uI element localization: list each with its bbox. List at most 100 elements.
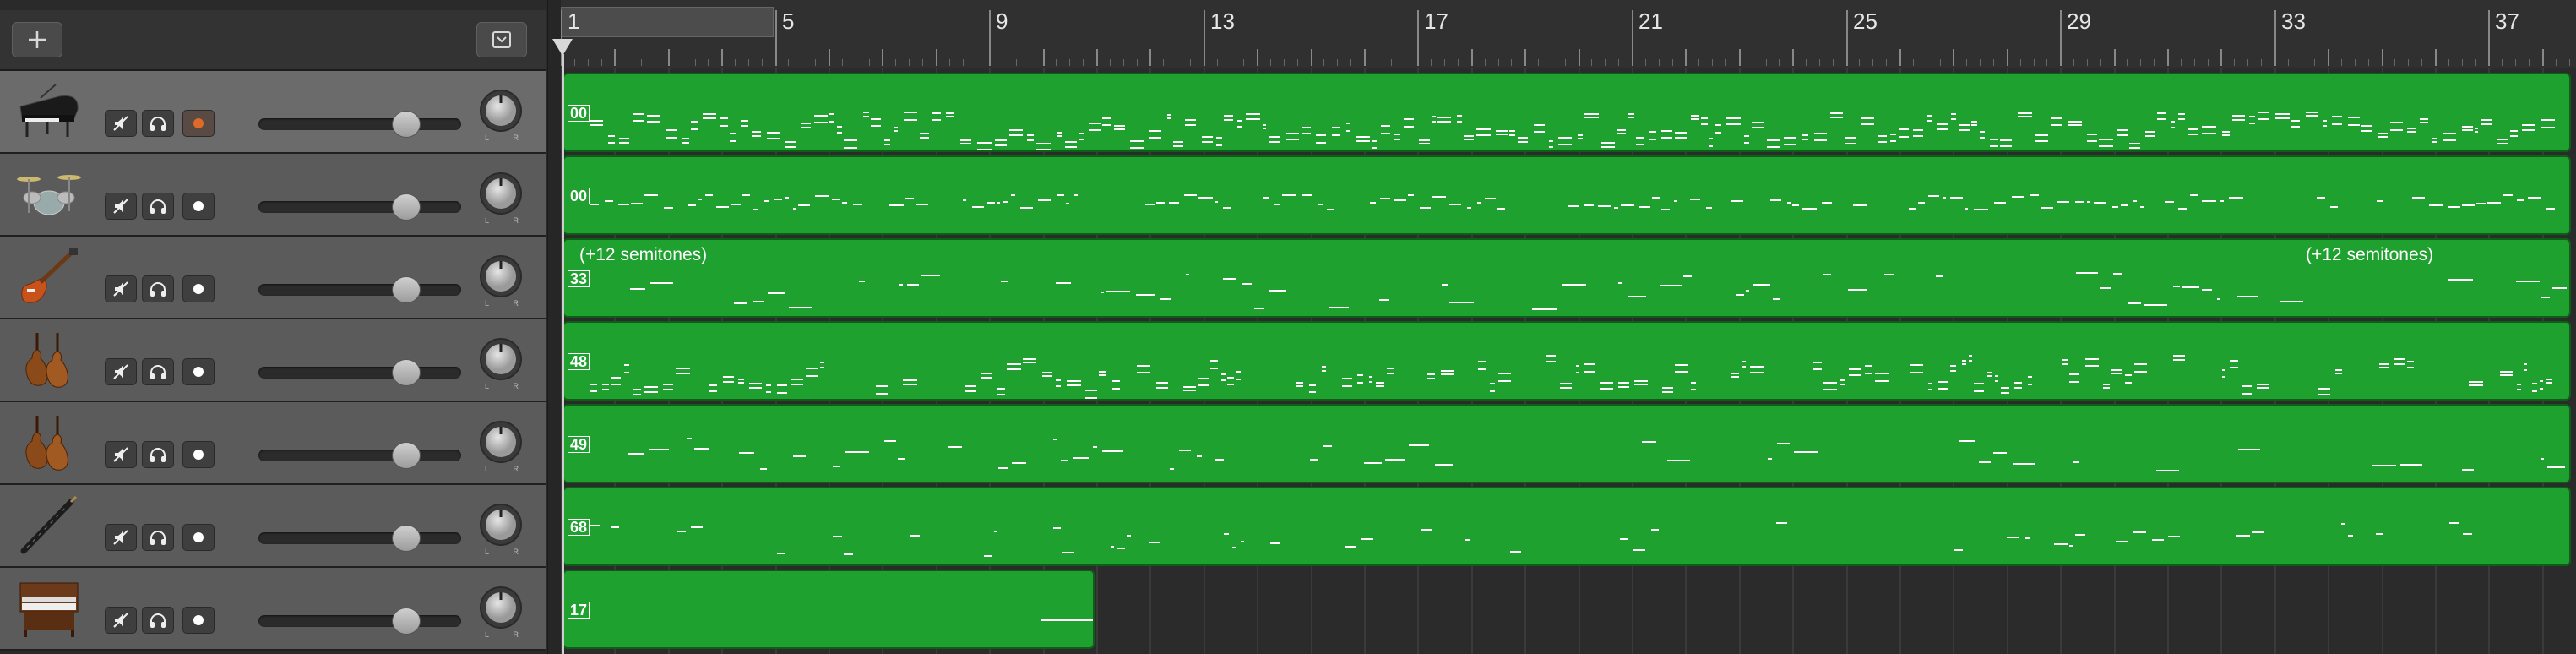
volume-slider[interactable] [258, 111, 461, 138]
pan-knob[interactable] [478, 171, 524, 216]
ruler-beat-tick [2314, 59, 2315, 66]
track-name[interactable] [106, 576, 110, 601]
cycle-region[interactable] [561, 7, 774, 37]
volume-slider[interactable] [258, 193, 461, 221]
solo-button[interactable] [142, 275, 174, 302]
volume-slider[interactable] [258, 359, 461, 386]
volume-slider-thumb[interactable] [392, 442, 421, 469]
ruler-beat-tick [2448, 59, 2449, 66]
ruler-beat-tick [922, 59, 923, 66]
pan-knob[interactable] [478, 253, 524, 299]
ruler-beat-tick [1016, 59, 1017, 66]
midi-region[interactable]: 68 [562, 487, 2571, 566]
ruler-tick [1632, 10, 1633, 66]
track-header[interactable]: LR [0, 237, 546, 319]
midi-notes [1041, 619, 1093, 621]
midi-region[interactable]: 17 [562, 570, 1095, 649]
volume-slider-thumb[interactable] [392, 359, 421, 386]
record-enable-button[interactable] [182, 358, 215, 385]
track-name[interactable] [106, 162, 110, 187]
mute-button[interactable] [105, 441, 137, 468]
volume-slider[interactable] [258, 525, 461, 552]
ruler-beat-tick [2288, 59, 2289, 66]
midi-region[interactable]: 48 [562, 321, 2571, 401]
ruler-beat-tick [2087, 59, 2088, 66]
pan-knob[interactable] [478, 502, 524, 548]
track-lane: 33 (+12 semitones) (+12 semitones) [561, 237, 2576, 319]
midi-notes [590, 112, 2555, 150]
mute-button[interactable] [105, 275, 137, 302]
mute-button[interactable] [105, 524, 137, 551]
pan-knob[interactable] [478, 88, 524, 134]
volume-slider-thumb[interactable] [392, 608, 421, 635]
pan-knob[interactable] [478, 336, 524, 382]
ruler-tick [1579, 49, 1580, 66]
record-enable-button[interactable] [182, 193, 215, 220]
ruler-beat-tick [1458, 59, 1459, 66]
ruler-beat-tick [1538, 59, 1539, 66]
ruler-beat-tick [2140, 59, 2141, 66]
mute-button[interactable] [105, 607, 137, 634]
volume-slider[interactable] [258, 608, 461, 635]
ruler-tick [1043, 49, 1045, 66]
solo-button[interactable] [142, 441, 174, 468]
ruler-beat-tick [2502, 59, 2503, 66]
midi-region[interactable]: 33 (+12 semitones) (+12 semitones) [562, 238, 2571, 318]
solo-button[interactable] [142, 193, 174, 220]
volume-slider-thumb[interactable] [392, 525, 421, 552]
ruler-beat-tick [1137, 59, 1138, 66]
solo-button[interactable] [142, 110, 174, 137]
headphones-icon [150, 199, 166, 214]
mute-button[interactable] [105, 358, 137, 385]
track-name[interactable] [106, 328, 110, 352]
record-enable-button[interactable] [182, 110, 215, 137]
ruler-tick [1096, 49, 1098, 66]
ruler-beat-tick [2100, 59, 2101, 66]
track-header[interactable]: LR [0, 568, 546, 651]
pan-knob[interactable] [478, 419, 524, 465]
track-header[interactable]: LR [0, 485, 546, 568]
midi-region[interactable]: 00 [562, 155, 2571, 235]
ruler-beat-tick [735, 59, 736, 66]
record-enable-button[interactable] [182, 441, 215, 468]
track-header[interactable]: LR [0, 402, 546, 485]
add-track-button[interactable] [12, 22, 62, 57]
track-header[interactable]: LR [0, 154, 546, 237]
track-name[interactable] [106, 493, 110, 518]
track-header[interactable]: LR [0, 71, 546, 154]
ruler[interactable]: 1 5 9 13 17 21 25 29 33 37 [552, 0, 2576, 68]
ruler-beat-tick [1913, 59, 1914, 66]
volume-slider[interactable] [258, 442, 461, 469]
ruler-beat-tick [2394, 59, 2395, 66]
record-enable-button[interactable] [182, 607, 215, 634]
track-header[interactable]: LR [0, 319, 546, 402]
volume-slider-thumb[interactable] [392, 193, 421, 221]
track-name[interactable] [106, 245, 110, 270]
record-enable-button[interactable] [182, 275, 215, 302]
solo-button[interactable] [142, 607, 174, 634]
library-button[interactable] [476, 22, 527, 57]
ruler-beat-tick [1190, 59, 1191, 66]
ruler-tick [1846, 10, 1848, 66]
mute-button[interactable] [105, 110, 137, 137]
mute-icon [113, 116, 128, 131]
midi-region[interactable]: 49 [562, 404, 2571, 483]
volume-slider-thumb[interactable] [392, 276, 421, 303]
track-name[interactable] [106, 411, 110, 435]
volume-slider[interactable] [258, 276, 461, 303]
solo-button[interactable] [142, 358, 174, 385]
ruler-beat-tick [2234, 59, 2235, 66]
ruler-beat-tick [2208, 59, 2209, 66]
midi-region[interactable]: 00 [562, 73, 2571, 152]
track-name[interactable] [106, 79, 110, 104]
ruler-tick [2328, 49, 2329, 66]
solo-button[interactable] [142, 524, 174, 551]
ruler-beat-tick [1444, 59, 1445, 66]
volume-slider-thumb[interactable] [392, 111, 421, 138]
playhead-handle[interactable] [552, 39, 573, 56]
mute-button[interactable] [105, 193, 137, 220]
pan-knob[interactable] [478, 585, 524, 630]
tracks-area[interactable]: 1 5 9 13 17 21 25 29 33 37 00 00 33 (+12 semitones) (… [552, 0, 2576, 654]
ruler-tick [1364, 49, 1366, 66]
record-enable-button[interactable] [182, 524, 215, 551]
